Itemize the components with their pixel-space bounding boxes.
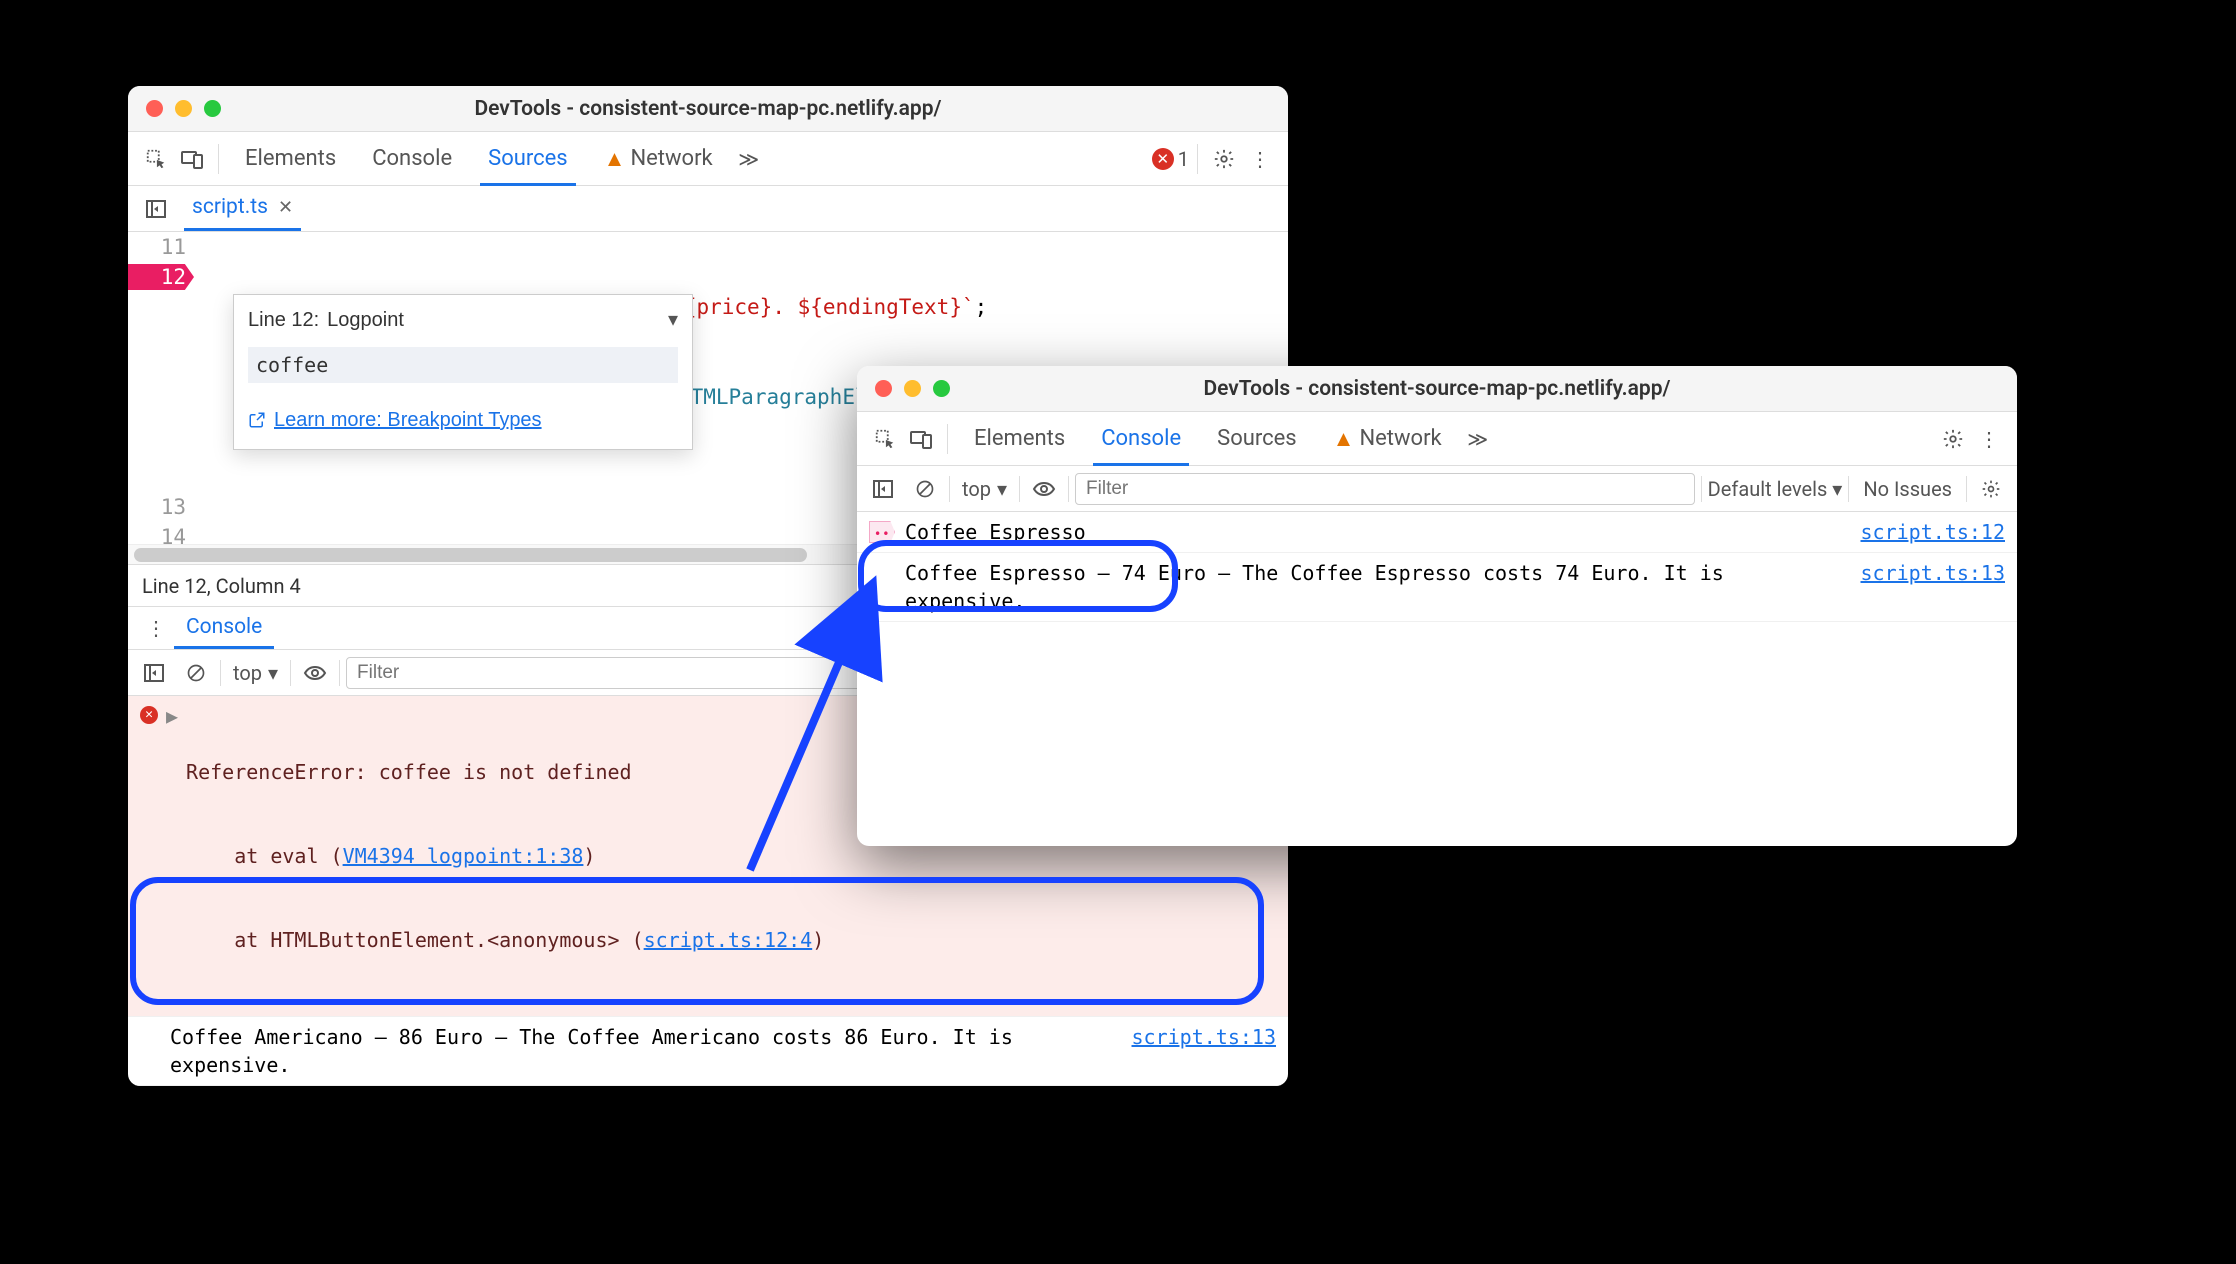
logpoint-marker[interactable]: 12•• (128, 262, 186, 292)
clear-console-icon[interactable] (907, 471, 943, 507)
close-window-button[interactable] (146, 100, 163, 117)
inspect-icon[interactable] (867, 421, 903, 457)
overflow-tabs-icon[interactable]: ≫ (731, 141, 767, 177)
context-selector[interactable]: top ▾ (227, 661, 284, 685)
stack-link[interactable]: script.ts:12:4 (644, 928, 813, 952)
warning-icon: ▲ (1333, 426, 1355, 452)
panel-tabs: Elements Console Sources ▲ Network ≫ ⋮ (857, 412, 2017, 466)
clear-console-icon[interactable] (178, 655, 214, 691)
chevron-down-icon: ▾ (268, 661, 278, 685)
settings-icon[interactable] (1935, 421, 1971, 457)
message-source-link[interactable]: script.ts:13 (1851, 559, 2006, 587)
tab-elements[interactable]: Elements (227, 132, 354, 185)
panel-tabs: Elements Console Sources ▲ Network ≫ ✕ 1… (128, 132, 1288, 186)
tab-sources[interactable]: Sources (470, 132, 586, 185)
live-expression-icon[interactable] (1026, 471, 1062, 507)
device-toggle-icon[interactable] (174, 141, 210, 177)
learn-more-label: Learn more: Breakpoint Types (274, 405, 542, 435)
chevron-down-icon: ▾ (997, 477, 1007, 501)
tab-network[interactable]: ▲ Network (586, 132, 731, 185)
console-settings-icon[interactable] (1973, 471, 2009, 507)
chevron-down-icon: ▾ (1832, 477, 1842, 501)
tab-network[interactable]: ▲ Network (1315, 412, 1460, 465)
tab-network-label: Network (630, 146, 712, 171)
live-expression-icon[interactable] (297, 655, 333, 691)
inspect-icon[interactable] (138, 141, 174, 177)
kebab-menu-icon[interactable]: ⋮ (138, 610, 174, 646)
message-source-link[interactable]: script.ts:12 (1851, 518, 2006, 546)
window-title: DevTools - consistent-source-map-pc.netl… (857, 377, 2017, 401)
logpoint-header: Line 12: Logpoint ▾ (234, 295, 692, 343)
traffic-lights (128, 100, 221, 117)
minimize-window-button[interactable] (904, 380, 921, 397)
logpoint-line-label: Line 12: (248, 305, 319, 335)
message-source-link[interactable]: script.ts:13 (1122, 1023, 1277, 1051)
expand-icon[interactable]: ▶ (166, 702, 178, 730)
line-gutter: 11 12•• (128, 232, 198, 292)
file-tab-script-ts[interactable]: script.ts ✕ (184, 186, 301, 231)
context-label: top (962, 477, 991, 501)
kebab-menu-icon[interactable]: ⋮ (1971, 421, 2007, 457)
tab-network-label: Network (1359, 426, 1441, 451)
tab-elements[interactable]: Elements (956, 412, 1083, 465)
console-logpoint-message: Coffee Espresso script.ts:12 (857, 512, 2017, 553)
logpoint-badge-icon (869, 521, 895, 543)
window-title: DevTools - consistent-source-map-pc.netl… (128, 97, 1288, 121)
overflow-tabs-icon[interactable]: ≫ (1460, 421, 1496, 457)
tab-console[interactable]: Console (1083, 412, 1199, 465)
error-icon: ✕ (140, 706, 158, 724)
device-toggle-icon[interactable] (903, 421, 939, 457)
error-count: 1 (1178, 147, 1189, 171)
error-badge-icon[interactable]: ✕ (1152, 148, 1174, 170)
tab-console[interactable]: Console (354, 132, 470, 185)
sidebar-toggle-icon[interactable] (865, 471, 901, 507)
cursor-position: Line 12, Column 4 (142, 574, 301, 598)
chevron-down-icon[interactable]: ▾ (668, 305, 678, 335)
line-number[interactable]: 14 (128, 522, 186, 544)
learn-more-link[interactable]: Learn more: Breakpoint Types (234, 395, 692, 449)
titlebar: DevTools - consistent-source-map-pc.netl… (128, 86, 1288, 132)
kebab-menu-icon[interactable]: ⋮ (1242, 141, 1278, 177)
context-selector[interactable]: top ▾ (956, 477, 1013, 501)
issues-label[interactable]: No Issues (1855, 477, 1960, 501)
drawer-tab-console[interactable]: Console (174, 607, 274, 649)
console-log-message: Coffee Americano – 86 Euro – The Coffee … (128, 1017, 1288, 1086)
log-text: Coffee Americano – 86 Euro – The Coffee … (140, 1023, 1122, 1079)
file-tab-label: script.ts (192, 195, 268, 219)
titlebar: DevTools - consistent-source-map-pc.netl… (857, 366, 2017, 412)
log-text: Coffee Espresso – 74 Euro – The Coffee E… (869, 559, 1851, 615)
settings-icon[interactable] (1206, 141, 1242, 177)
logpoint-expression-input[interactable] (248, 347, 678, 383)
minimize-window-button[interactable] (175, 100, 192, 117)
log-text: Coffee Espresso (905, 518, 1851, 546)
context-label: top (233, 661, 262, 685)
console-prompt-icon[interactable]: › (857, 622, 2017, 662)
close-icon[interactable]: ✕ (278, 197, 293, 218)
console-filter-input[interactable] (1075, 473, 1695, 505)
warning-icon: ▲ (604, 146, 626, 172)
sidebar-toggle-icon[interactable] (136, 655, 172, 691)
logpoint-editor-popup: Line 12: Logpoint ▾ Learn more: Breakpoi… (233, 294, 693, 450)
console-log-message: Coffee Espresso – 74 Euro – The Coffee E… (857, 553, 2017, 622)
line-number[interactable]: 11 (128, 232, 186, 262)
zoom-window-button[interactable] (933, 380, 950, 397)
stack-link[interactable]: VM4394 logpoint:1:38 (343, 844, 584, 868)
zoom-window-button[interactable] (204, 100, 221, 117)
navigator-toggle-icon[interactable] (138, 191, 174, 227)
close-window-button[interactable] (875, 380, 892, 397)
traffic-lights (857, 380, 950, 397)
logpoint-type-label: Logpoint (327, 305, 404, 335)
tab-sources[interactable]: Sources (1199, 412, 1315, 465)
log-levels-selector[interactable]: Default levels ▾ (1708, 477, 1843, 501)
console-toolbar: top ▾ Default levels ▾ No Issues (857, 466, 2017, 512)
console-messages: Coffee Espresso script.ts:12 Coffee Espr… (857, 512, 2017, 662)
line-number[interactable]: 13 (128, 492, 186, 522)
file-tabs: script.ts ✕ (128, 186, 1288, 232)
devtools-window-console: DevTools - consistent-source-map-pc.netl… (857, 366, 2017, 846)
